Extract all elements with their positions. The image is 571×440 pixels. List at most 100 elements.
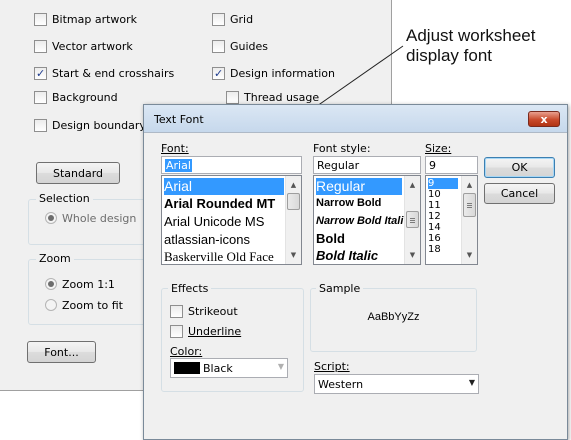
checkbox-box[interactable] xyxy=(34,12,47,26)
cancel-button[interactable]: Cancel xyxy=(484,183,555,204)
checkbox-box[interactable] xyxy=(212,66,225,80)
checkbox-guides[interactable]: Guides xyxy=(212,38,268,54)
checkbox-box[interactable] xyxy=(170,304,183,318)
scroll-down-icon[interactable]: ▼ xyxy=(462,248,477,262)
checkbox-label: Underline xyxy=(188,324,242,338)
close-icon: x xyxy=(540,112,548,126)
checkbox-strikeout[interactable]: Strikeout xyxy=(170,303,238,319)
size-list[interactable]: 9 10 11 12 14 16 18 ▲ ▼ xyxy=(425,175,478,265)
checkbox-box[interactable] xyxy=(226,90,239,104)
dialog-titlebar[interactable]: Text Font x xyxy=(144,105,567,133)
style-list-item[interactable]: Narrow Bold xyxy=(316,197,381,209)
checkbox-label: Start & end crosshairs xyxy=(52,66,175,80)
radio-zoom-1-1[interactable]: Zoom 1:1 xyxy=(45,276,115,292)
font-list-item[interactable]: Arial xyxy=(164,178,284,195)
annotation-callout: Adjust worksheet display font xyxy=(406,26,535,66)
radio-zoom-to-fit[interactable]: Zoom to fit xyxy=(45,297,123,313)
font-list-scrollbar[interactable]: ▲ ▼ xyxy=(285,176,301,264)
scroll-up-icon[interactable]: ▲ xyxy=(405,178,420,192)
checkbox-design-boundary[interactable]: Design boundary xyxy=(34,117,146,133)
font-button[interactable]: Font... xyxy=(27,341,96,363)
checkbox-design-information[interactable]: Design information xyxy=(212,65,335,81)
checkbox-box[interactable] xyxy=(34,66,47,80)
size-label: Size: xyxy=(425,142,452,155)
checkbox-box[interactable] xyxy=(170,324,183,338)
checkbox-thread-usage[interactable]: Thread usage xyxy=(226,89,319,105)
checkbox-box[interactable] xyxy=(212,12,225,26)
radio-label: Zoom 1:1 xyxy=(62,277,115,291)
font-list-item[interactable]: atlassian-icons xyxy=(164,232,250,247)
size-list-scrollbar[interactable]: ▲ ▼ xyxy=(461,176,477,264)
radio-label: Whole design xyxy=(62,211,137,225)
size-list-item[interactable]: 16 xyxy=(428,233,441,244)
font-list-item[interactable]: Arial Rounded MT xyxy=(164,196,275,211)
style-list-item[interactable]: Regular xyxy=(316,178,402,195)
style-list-item[interactable]: Narrow Bold Itali xyxy=(316,215,403,227)
color-value: Black xyxy=(203,361,233,375)
checkbox-label: Grid xyxy=(230,12,254,26)
font-list-item[interactable]: Baskerville Old Face xyxy=(164,249,274,264)
scroll-up-icon[interactable]: ▲ xyxy=(286,178,301,192)
checkbox-box[interactable] xyxy=(212,39,225,53)
size-input[interactable]: 9 xyxy=(425,156,478,174)
radio-dot[interactable] xyxy=(45,278,57,290)
color-select[interactable]: Black ▼ xyxy=(170,358,288,378)
standard-button[interactable]: Standard xyxy=(36,162,120,184)
size-list-item[interactable]: 12 xyxy=(428,211,441,222)
sample-text: AaBbYyZz xyxy=(367,311,420,323)
checkbox-label: Vector artwork xyxy=(52,39,133,53)
radio-whole-design[interactable]: Whole design xyxy=(45,210,136,226)
chevron-down-icon: ▼ xyxy=(468,378,475,387)
checkbox-start-end-crosshairs[interactable]: Start & end crosshairs xyxy=(34,65,174,81)
scroll-down-icon[interactable]: ▼ xyxy=(286,248,301,262)
chevron-down-icon: ▼ xyxy=(277,362,284,371)
scroll-thumb[interactable] xyxy=(287,193,300,210)
checkbox-grid[interactable]: Grid xyxy=(212,11,253,27)
style-list-item[interactable]: Bold Italic xyxy=(316,248,378,263)
scroll-down-icon[interactable]: ▼ xyxy=(405,248,420,262)
radio-dot[interactable] xyxy=(45,299,57,311)
close-button[interactable]: x xyxy=(528,111,560,127)
font-name-value: Arial xyxy=(165,159,192,172)
font-list-item[interactable]: Arial Unicode MS xyxy=(164,214,264,229)
size-list-item[interactable]: 18 xyxy=(428,244,441,255)
checkbox-box[interactable] xyxy=(34,118,47,132)
scroll-up-icon[interactable]: ▲ xyxy=(462,178,477,192)
style-list-scrollbar[interactable]: ▲ ▼ xyxy=(404,176,420,264)
checkbox-box[interactable] xyxy=(34,90,47,104)
script-select[interactable]: Western ▼ xyxy=(314,374,479,394)
ok-button[interactable]: OK xyxy=(484,157,555,178)
sample-group-title: Sample xyxy=(316,282,364,295)
color-label: Color: xyxy=(170,345,203,358)
checkbox-label: Bitmap artwork xyxy=(52,12,138,26)
checkbox-label: Background xyxy=(52,90,118,104)
radio-dot[interactable] xyxy=(45,212,57,224)
font-list[interactable]: Arial Arial Rounded MT Arial Unicode MS … xyxy=(161,175,302,265)
scroll-thumb[interactable] xyxy=(463,193,476,217)
checkbox-label: Design information xyxy=(230,66,335,80)
effects-group-title: Effects xyxy=(168,282,212,295)
checkbox-background[interactable]: Background xyxy=(34,89,118,105)
radio-label: Zoom to fit xyxy=(62,298,123,312)
script-label: Script: xyxy=(314,360,350,373)
font-style-input[interactable]: Regular xyxy=(313,156,421,174)
font-name-input[interactable]: Arial xyxy=(161,156,302,174)
text-font-dialog: Text Font x Font: Arial Arial Arial Roun… xyxy=(143,104,568,440)
selection-group-title: Selection xyxy=(36,192,93,205)
style-list-item[interactable]: Bold xyxy=(316,231,345,246)
size-list-item[interactable]: 11 xyxy=(428,200,441,211)
font-style-list[interactable]: Regular Narrow Bold Narrow Bold Itali Bo… xyxy=(313,175,421,265)
checkbox-label: Strikeout xyxy=(188,304,238,318)
checkbox-underline[interactable]: Underline xyxy=(170,323,241,339)
checkbox-vector-artwork[interactable]: Vector artwork xyxy=(34,38,133,54)
checkbox-label: Guides xyxy=(230,39,269,53)
size-list-item[interactable]: 14 xyxy=(428,222,441,233)
zoom-group xyxy=(28,259,158,325)
size-list-item[interactable]: 10 xyxy=(428,189,441,200)
checkbox-label: Thread usage xyxy=(244,90,320,104)
size-list-item[interactable]: 9 xyxy=(428,178,458,189)
checkbox-bitmap-artwork[interactable]: Bitmap artwork xyxy=(34,11,137,27)
checkbox-label: Design boundary xyxy=(52,118,146,132)
checkbox-box[interactable] xyxy=(34,39,47,53)
scroll-thumb[interactable] xyxy=(406,211,419,228)
